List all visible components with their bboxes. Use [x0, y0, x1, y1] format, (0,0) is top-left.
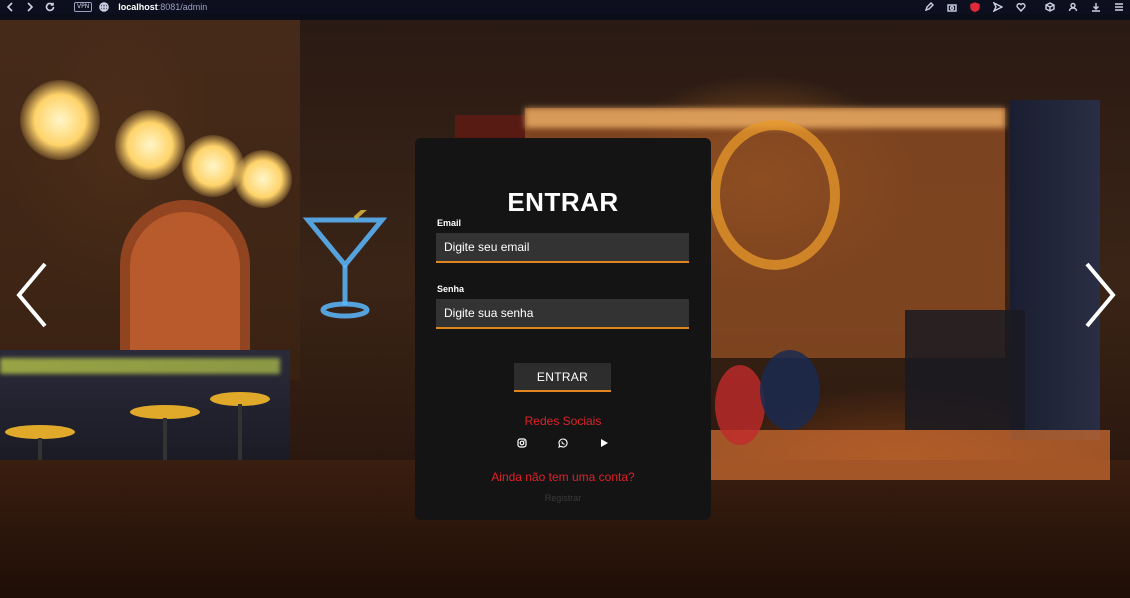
- url-path: :8081/admin: [157, 2, 208, 12]
- password-input[interactable]: [436, 299, 689, 329]
- profile-icon[interactable]: [1067, 1, 1078, 12]
- whatsapp-icon[interactable]: [558, 438, 568, 448]
- url-host: localhost: [118, 2, 158, 12]
- reload-icon[interactable]: [44, 1, 56, 13]
- vpn-badge[interactable]: VPN: [74, 2, 93, 12]
- address-bar[interactable]: localhost:8081/admin: [118, 2, 207, 12]
- globe-icon: [98, 1, 110, 13]
- download-icon[interactable]: [1090, 1, 1101, 12]
- edit-icon[interactable]: [923, 1, 934, 12]
- forward-icon[interactable]: [24, 1, 36, 13]
- carousel-next-arrow-icon[interactable]: [1080, 260, 1120, 330]
- camera-icon[interactable]: [946, 1, 957, 12]
- social-icons: [415, 438, 711, 448]
- email-input[interactable]: [436, 233, 689, 263]
- carousel-prev-arrow-icon[interactable]: [12, 260, 52, 330]
- menu-icon[interactable]: [1113, 1, 1124, 12]
- send-icon[interactable]: [992, 1, 1003, 12]
- back-icon[interactable]: [4, 1, 16, 13]
- register-link[interactable]: Registrar: [415, 493, 711, 503]
- login-title: ENTRAR: [507, 187, 619, 217]
- social-title: Redes Sociais: [524, 414, 602, 428]
- instagram-icon[interactable]: [517, 438, 527, 448]
- password-label: Senha: [437, 284, 465, 294]
- signup-question: Ainda não tem uma conta?: [491, 470, 635, 484]
- browser-toolbar: VPN localhost:8081/admin: [0, 0, 1130, 14]
- shield-icon[interactable]: [969, 1, 980, 12]
- email-label: Email: [437, 218, 462, 228]
- youtube-icon[interactable]: [599, 438, 609, 448]
- login-card: ENTRAR Email Senha ENTRAR Redes Sociais …: [415, 138, 711, 520]
- toolbar-actions: [923, 1, 1124, 12]
- heart-icon[interactable]: [1015, 1, 1026, 12]
- login-submit-button[interactable]: ENTRAR: [514, 363, 611, 392]
- cube-icon[interactable]: [1044, 1, 1055, 12]
